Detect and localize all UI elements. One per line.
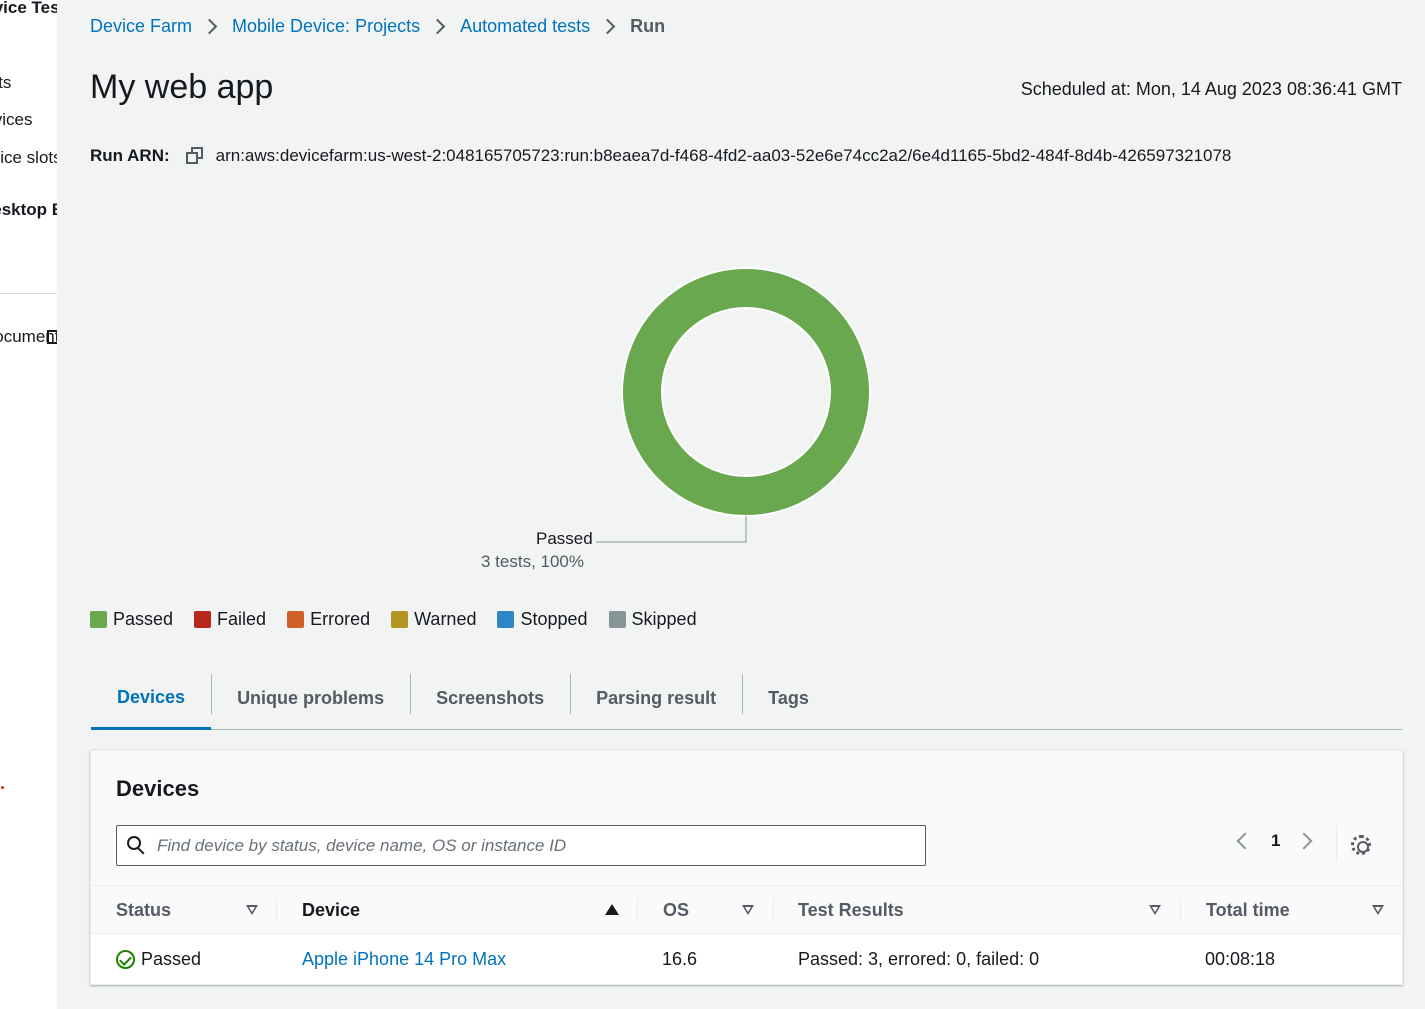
page-title: My web app <box>90 68 274 106</box>
page-number[interactable]: 1 <box>1271 831 1280 851</box>
legend-item-failed[interactable]: Failed <box>194 609 266 630</box>
gear-icon[interactable] <box>1351 835 1371 855</box>
column-header-test-results[interactable]: Test Results <box>798 886 904 934</box>
chevron-right-icon <box>599 18 616 35</box>
sort-down-icon[interactable] <box>246 905 258 915</box>
sidebar-item-projects[interactable]: Projects <box>0 73 11 93</box>
row-os: 16.6 <box>662 948 698 969</box>
sidebar-item-devices[interactable]: Devices <box>0 110 32 130</box>
legend-item-warned[interactable]: Warned <box>391 609 476 630</box>
run-arn-row: Run ARN: arn:aws:devicefarm:us-west-2:04… <box>90 146 1231 166</box>
row-test-results: Passed: 3, errored: 0, failed: 0 <box>798 948 1040 969</box>
legend-label: Failed <box>217 609 267 629</box>
legend-item-skipped[interactable]: Skipped <box>608 609 697 630</box>
column-divider <box>276 898 277 922</box>
chevron-right-icon <box>429 18 446 35</box>
legend-swatch <box>497 611 515 628</box>
legend-label: Stopped <box>520 609 588 629</box>
tab-tags[interactable]: Tags <box>742 668 835 729</box>
row-status-text: Passed <box>141 948 202 969</box>
table-header: Status Device OS Test Results Total time <box>91 886 1402 934</box>
device-search-input[interactable] <box>157 835 897 856</box>
sidebar-title: Device Testing <box>0 0 57 17</box>
column-header-total-time[interactable]: Total time <box>1206 886 1290 934</box>
pager-divider <box>1336 826 1337 861</box>
status-success-icon <box>116 949 135 969</box>
tab-parsing-result[interactable]: Parsing result <box>570 668 742 729</box>
chart-leader-line <box>596 516 747 543</box>
notification-dot <box>1 786 4 789</box>
chevron-left-icon[interactable] <box>1236 832 1254 850</box>
legend-label: Passed <box>113 609 174 629</box>
search-icon <box>127 835 147 856</box>
scheduled-time: Scheduled at: Mon, 14 Aug 2023 08:36:41 … <box>1020 79 1402 99</box>
breadcrumb-current: Run <box>630 16 666 36</box>
legend-swatch <box>287 611 305 628</box>
breadcrumb-mobile-projects[interactable]: Mobile Device: Projects <box>232 16 420 37</box>
legend-item-errored[interactable]: Errored <box>287 609 370 630</box>
column-divider <box>773 898 774 922</box>
device-search[interactable] <box>116 825 926 866</box>
chart-annotation-detail: 3 tests, 100% <box>481 552 585 571</box>
sort-up-icon[interactable] <box>605 904 619 915</box>
tab-screenshots[interactable]: Screenshots <box>410 668 570 729</box>
breadcrumb: Device Farm Mobile Device: Projects Auto… <box>90 16 665 37</box>
legend-label: Warned <box>414 609 477 629</box>
column-divider <box>637 898 638 922</box>
sort-down-icon[interactable] <box>1149 905 1161 915</box>
results-donut-chart <box>596 267 871 543</box>
donut-slice-passed[interactable] <box>622 268 870 516</box>
run-arn-value: arn:aws:devicefarm:us-west-2:04816570572… <box>215 146 1232 165</box>
sidebar-section-desktop-browser: Desktop Browser <box>0 200 57 219</box>
devices-panel-header: Devices 1 <box>91 751 1402 886</box>
legend-label: Errored <box>310 609 371 629</box>
breadcrumb-automated-tests[interactable]: Automated tests <box>460 16 590 37</box>
chevron-right-icon <box>201 18 218 35</box>
chart-annotation-label: Passed <box>536 529 593 548</box>
devices-panel-title: Devices <box>116 776 200 801</box>
legend-item-stopped[interactable]: Stopped <box>497 609 588 630</box>
sort-down-icon[interactable] <box>1372 905 1384 915</box>
legend-swatch <box>194 611 212 628</box>
column-header-os[interactable]: OS <box>663 886 689 934</box>
sort-down-icon[interactable] <box>742 905 754 915</box>
tab-unique-problems[interactable]: Unique problems <box>211 668 410 729</box>
devices-panel: Devices 1 Status Device OS Test Results … <box>90 750 1403 985</box>
legend-swatch <box>90 611 107 628</box>
tab-devices[interactable]: Devices <box>91 668 212 730</box>
breadcrumb-device-farm[interactable]: Device Farm <box>90 16 192 37</box>
copy-icon[interactable] <box>185 147 204 165</box>
column-header-status[interactable]: Status <box>116 886 171 934</box>
row-status: Passed <box>116 934 201 984</box>
legend-item-passed[interactable]: Passed <box>90 609 173 630</box>
pagination: 1 <box>1231 831 1313 851</box>
chevron-right-icon[interactable] <box>1295 832 1313 850</box>
chart-legend: Passed Failed Errored Warned Stopped Ski… <box>90 609 718 630</box>
legend-swatch <box>608 611 626 628</box>
legend-swatch <box>391 611 409 628</box>
table-row: Passed Apple iPhone 14 Pro Max 16.6 Pass… <box>91 934 1402 984</box>
column-header-device[interactable]: Device <box>302 886 360 934</box>
column-divider <box>1180 898 1181 922</box>
legend-label: Skipped <box>631 609 697 629</box>
row-total-time: 00:08:18 <box>1205 948 1276 969</box>
run-tabs: Devices Unique problems Screenshots Pars… <box>91 668 1402 730</box>
donut-inner-edge <box>661 307 831 477</box>
row-device-link[interactable]: Apple iPhone 14 Pro Max <box>302 934 506 984</box>
run-arn-label: Run ARN: <box>90 146 170 165</box>
sidebar-item-device-slots[interactable]: Device slots <box>0 148 57 168</box>
